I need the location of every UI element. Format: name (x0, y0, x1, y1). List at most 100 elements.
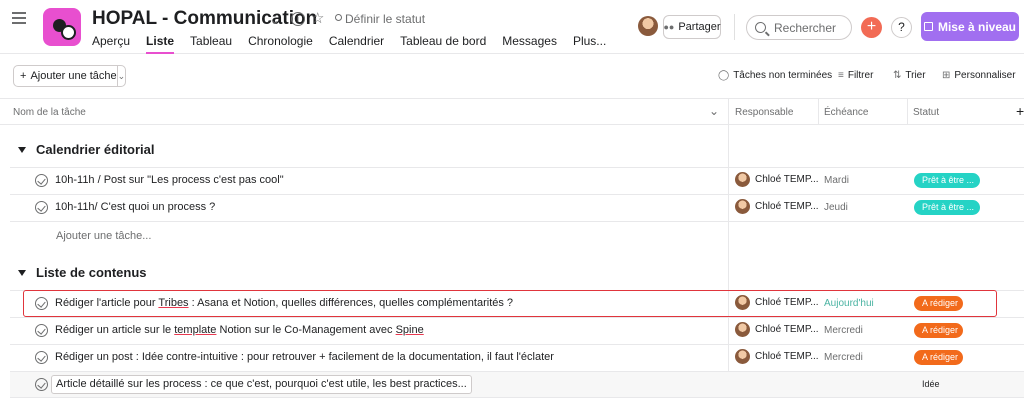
table-row[interactable]: 10h-11h / Post sur "Les process c'est pa… (10, 167, 1024, 194)
add-task-main[interactable]: + Ajouter une tâche (14, 66, 117, 86)
users-icon: ●● (663, 22, 675, 32)
section-title: Calendrier éditorial (36, 142, 155, 157)
complete-check-icon[interactable] (35, 378, 48, 391)
task-name[interactable]: 10h-11h / Post sur "Les process c'est pa… (55, 174, 284, 186)
add-column-icon[interactable]: + (1016, 103, 1024, 119)
chevron-down-icon[interactable]: ⌄ (709, 104, 719, 118)
tab-messages[interactable]: Messages (502, 34, 557, 54)
column-name[interactable]: Nom de la tâche (13, 107, 86, 118)
avatar (735, 172, 750, 187)
status-badge[interactable]: Prêt à être ... (914, 173, 980, 188)
status-circle-icon[interactable] (335, 14, 342, 21)
upgrade-button-label: Mise à niveau (937, 19, 1017, 34)
tab-board[interactable]: Tableau (190, 34, 232, 54)
task-name[interactable]: Rédiger un article sur le template Notio… (55, 324, 424, 336)
tab-timeline[interactable]: Chronologie (248, 34, 313, 54)
section-header[interactable]: Liste de contenus (18, 265, 147, 280)
status-badge[interactable]: Prêt à être ... (914, 200, 980, 215)
filter-label: Filtrer (847, 70, 874, 81)
share-button-label: Partager (678, 21, 721, 33)
task-name-part: Rédiger un article sur le (55, 324, 175, 336)
task-due-date[interactable]: Mercredi (824, 352, 863, 363)
table-row[interactable]: Rédiger un article sur le template Notio… (10, 317, 1024, 344)
chevron-down-icon[interactable]: ⌄ (116, 66, 125, 86)
divider (734, 14, 735, 40)
add-task-label: Ajouter une tâche (30, 70, 117, 82)
collapse-triangle-icon[interactable] (18, 269, 26, 276)
complete-check-icon[interactable] (35, 201, 48, 214)
task-due-date[interactable]: Mercredi (824, 325, 863, 336)
complete-check-icon[interactable] (35, 174, 48, 187)
task-assignee[interactable]: Chloé TEMP... (735, 172, 819, 187)
sort-button[interactable]: ⇅ Trier (893, 70, 926, 81)
avatar[interactable] (638, 16, 658, 36)
table-row[interactable]: 10h-11h/ C'est quoi un process ? Chloé T… (10, 194, 1024, 221)
task-assignee[interactable]: Chloé TEMP... (735, 349, 819, 364)
task-due-date[interactable]: Mardi (824, 175, 849, 186)
assignee-name: Chloé TEMP... (755, 351, 819, 362)
avatar (735, 199, 750, 214)
sort-label: Trier (905, 70, 926, 81)
collapse-triangle-icon[interactable] (18, 146, 26, 153)
column-assignee[interactable]: Responsable (735, 107, 793, 118)
avatar (735, 322, 750, 337)
complete-check-icon[interactable] (35, 324, 48, 337)
upgrade-button[interactable]: Mise à niveau (921, 12, 1019, 41)
search-placeholder: Rechercher (774, 20, 837, 35)
customize-label: Personnaliser (954, 70, 1016, 81)
task-name[interactable]: Rédiger un post : Idée contre-intuitive … (55, 351, 554, 363)
task-name-part: Notion sur le Co-Management avec (216, 324, 396, 336)
project-icon[interactable] (43, 8, 81, 46)
task-name-link[interactable]: template (174, 324, 216, 336)
task-due-date[interactable]: Jeudi (824, 202, 848, 213)
add-task-button[interactable]: + Ajouter une tâche ⌄ (13, 65, 126, 87)
tab-dashboard[interactable]: Tableau de bord (400, 34, 486, 54)
tab-list[interactable]: Liste (146, 34, 175, 54)
section-title: Liste de contenus (36, 265, 147, 280)
filter-icon: ≡ (838, 70, 844, 81)
filter-button[interactable]: ≡ Filtrer (838, 70, 873, 81)
table-row[interactable]: Article détaillé sur les process : ce qu… (10, 371, 1024, 398)
assignee-name: Chloé TEMP... (755, 174, 819, 185)
star-icon[interactable]: ☆ (311, 9, 324, 27)
table-row[interactable]: Rédiger un post : Idée contre-intuitive … (10, 344, 1024, 371)
complete-check-icon[interactable] (35, 351, 48, 364)
task-assignee[interactable]: Chloé TEMP... (735, 199, 819, 214)
task-assignee[interactable]: Chloé TEMP... (735, 322, 819, 337)
share-button[interactable]: ●● Partager (663, 15, 721, 39)
info-icon[interactable]: i (291, 12, 305, 26)
status-badge[interactable]: A rédiger (914, 350, 963, 365)
task-name-link[interactable]: Spine (396, 324, 424, 336)
section-header[interactable]: Calendrier éditorial (18, 142, 154, 157)
assignee-name: Chloé TEMP... (755, 324, 819, 335)
top-bar: HOPAL - Communication ⌄ i ☆ Définir le s… (0, 0, 1024, 54)
task-name-editor[interactable]: Article détaillé sur les process : ce qu… (51, 375, 472, 394)
menu-icon[interactable] (12, 12, 26, 24)
chevron-down-icon[interactable]: ⌄ (270, 13, 280, 27)
check-circle-icon: ◯ (718, 70, 730, 81)
create-button[interactable]: + (861, 17, 882, 38)
tab-calendar[interactable]: Calendrier (329, 34, 384, 54)
avatar (735, 349, 750, 364)
highlight-box (23, 290, 997, 317)
status-badge[interactable]: Idée (922, 377, 940, 392)
grid-icon: ⊞ (942, 70, 951, 81)
column-status[interactable]: Statut (913, 107, 939, 118)
column-header: Nom de la tâche ⌄ Responsable Échéance S… (0, 98, 1024, 125)
help-button[interactable]: ? (891, 17, 912, 38)
incomplete-tasks-filter[interactable]: ◯ Tâches non terminées (718, 70, 832, 81)
status-badge[interactable]: A rédiger (914, 323, 963, 338)
plus-icon: + (20, 70, 27, 82)
task-name[interactable]: 10h-11h/ C'est quoi un process ? (55, 201, 215, 213)
set-status-button[interactable]: Définir le statut (345, 12, 425, 26)
tab-more[interactable]: Plus... (573, 34, 606, 54)
gift-icon (923, 22, 933, 31)
project-tabs: Aperçu Liste Tableau Chronologie Calendr… (92, 34, 622, 54)
customize-button[interactable]: ⊞ Personnaliser (942, 70, 1016, 81)
add-task-inline[interactable]: Ajouter une tâche... (56, 230, 151, 242)
search-input[interactable]: Rechercher (746, 15, 852, 40)
tab-overview[interactable]: Aperçu (92, 34, 130, 54)
project-title[interactable]: HOPAL - Communication (92, 8, 317, 30)
column-due[interactable]: Échéance (824, 107, 868, 118)
incomplete-tasks-label: Tâches non terminées (733, 70, 833, 81)
